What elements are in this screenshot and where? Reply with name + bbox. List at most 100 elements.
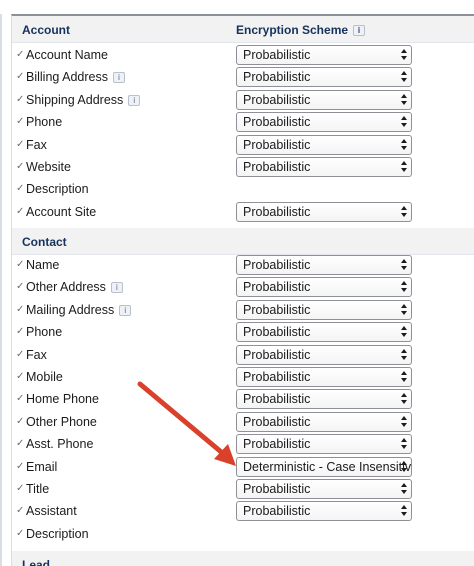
checkmark-icon[interactable]: ✓	[16, 161, 26, 173]
checkmark-icon[interactable]: ✓	[16, 505, 26, 517]
encryption-scheme-select[interactable]: Probabilistic	[236, 367, 412, 387]
field-label: Fax	[26, 347, 47, 362]
section-header-lead: Lead	[12, 551, 474, 566]
field-row-contact-home-phone: ✓ Home Phone Probabilistic	[12, 389, 474, 411]
encryption-scheme-select[interactable]: Probabilistic	[236, 134, 412, 155]
checkmark-icon[interactable]: ✓	[16, 326, 26, 338]
select-arrows-icon	[400, 348, 408, 361]
encryption-scheme-select[interactable]: Probabilistic	[236, 157, 412, 177]
checkmark-icon[interactable]: ✓	[16, 281, 26, 293]
field-row-contact-other-phone: ✓ Other Phone Probabilistic	[12, 411, 474, 434]
field-row-contact-mailing-address: ✓ Mailing Address i Probabilistic	[12, 299, 474, 322]
field-row-account-website: ✓ Website Probabilistic	[12, 157, 474, 179]
select-value: Deterministic - Case Insensitive	[243, 459, 412, 474]
info-icon[interactable]: i	[119, 304, 132, 316]
select-value: Probabilistic	[243, 204, 311, 219]
select-value: Probabilistic	[243, 302, 311, 317]
field-row-contact-fax: ✓ Fax Probabilistic	[12, 344, 474, 367]
encryption-scheme-select[interactable]: Probabilistic	[236, 67, 412, 88]
info-icon[interactable]: i	[110, 282, 123, 294]
checkmark-icon[interactable]: ✓	[16, 259, 26, 271]
checkmark-icon[interactable]: ✓	[16, 528, 26, 540]
field-label: Phone	[26, 115, 63, 130]
encryption-scheme-column-header: Encryption Scheme i	[236, 23, 366, 37]
encryption-scheme-select[interactable]: Probabilistic	[236, 277, 412, 298]
section-title: Lead	[22, 558, 51, 566]
encryption-settings-panel: Account Encryption Scheme i ✓ Account Name Pr…	[11, 14, 474, 566]
info-icon[interactable]: i	[128, 94, 141, 106]
encryption-scheme-select[interactable]: Probabilistic	[236, 45, 412, 65]
select-value: Probabilistic	[243, 392, 311, 407]
checkmark-icon[interactable]: ✓	[16, 371, 26, 383]
checkmark-icon[interactable]: ✓	[16, 116, 26, 128]
encryption-scheme-select[interactable]: Probabilistic	[236, 479, 412, 499]
checkmark-icon[interactable]: ✓	[16, 416, 26, 428]
field-label: Shipping Address i	[26, 93, 141, 107]
select-arrows-icon	[400, 483, 408, 495]
select-value: Probabilistic	[243, 115, 311, 130]
checkmark-icon[interactable]: ✓	[16, 71, 26, 83]
select-arrows-icon	[400, 259, 408, 271]
checkmark-icon[interactable]: ✓	[16, 483, 26, 495]
checkmark-icon[interactable]: ✓	[16, 206, 26, 218]
checkmark-icon[interactable]: ✓	[16, 438, 26, 450]
encryption-scheme-select[interactable]: Probabilistic	[236, 299, 412, 320]
field-label: Home Phone	[26, 392, 99, 407]
field-label: Other Address i	[26, 280, 123, 294]
checkmark-icon[interactable]: ✓	[16, 49, 26, 61]
select-arrows-icon	[400, 505, 408, 517]
field-label: Account Name	[26, 48, 108, 62]
field-label: Title	[26, 482, 50, 496]
field-label: Name	[26, 258, 60, 272]
select-value: Probabilistic	[243, 160, 311, 174]
select-arrows-icon	[400, 415, 408, 428]
checkmark-icon[interactable]: ✓	[16, 349, 26, 361]
field-label: Asst. Phone	[26, 437, 94, 452]
encryption-scheme-select[interactable]: Probabilistic	[236, 411, 412, 432]
checkmark-icon[interactable]: ✓	[16, 304, 26, 316]
checkmark-icon[interactable]: ✓	[16, 393, 26, 405]
field-row-contact-title: ✓ Title Probabilistic	[12, 479, 474, 501]
checkmark-icon[interactable]: ✓	[16, 94, 26, 106]
field-row-contact-assistant: ✓ Assistant Probabilistic	[12, 501, 474, 523]
section-title: Account	[22, 23, 70, 37]
field-row-account-account-site: ✓ Account Site Probabilistic	[12, 201, 474, 224]
select-arrows-icon	[400, 49, 408, 61]
field-row-contact-asst-phone: ✓ Asst. Phone Probabilistic	[12, 434, 474, 456]
info-icon[interactable]: i	[353, 25, 366, 36]
encryption-scheme-select[interactable]: Probabilistic	[236, 255, 412, 275]
info-icon[interactable]: i	[113, 72, 125, 84]
field-row-contact-other-address: ✓ Other Address i Probabilistic	[12, 277, 474, 299]
encryption-scheme-select[interactable]: Probabilistic	[236, 89, 412, 110]
field-row-account-account-name: ✓ Account Name Probabilistic	[12, 45, 474, 67]
select-value: Probabilistic	[243, 70, 311, 85]
encryption-scheme-select[interactable]: Probabilistic	[236, 322, 412, 343]
checkmark-icon[interactable]: ✓	[16, 183, 26, 195]
field-row-contact-phone: ✓ Phone Probabilistic	[12, 322, 474, 344]
select-arrows-icon	[400, 303, 408, 316]
select-arrows-icon	[400, 438, 408, 450]
encryption-scheme-select[interactable]: Deterministic - Case Insensitive	[236, 456, 412, 477]
field-label: Fax	[26, 137, 47, 152]
field-label: Assistant	[26, 504, 77, 519]
encryption-scheme-select[interactable]: Probabilistic	[236, 389, 412, 410]
checkmark-icon[interactable]: ✓	[16, 461, 26, 473]
select-value: Probabilistic	[243, 370, 311, 384]
select-value: Probabilistic	[243, 347, 311, 362]
field-row-contact-name: ✓ Name Probabilistic	[12, 255, 474, 277]
checkmark-icon[interactable]: ✓	[16, 139, 26, 151]
encryption-scheme-select[interactable]: Probabilistic	[236, 201, 412, 222]
select-arrows-icon	[400, 393, 408, 405]
field-label: Email	[26, 459, 58, 474]
encryption-scheme-select[interactable]: Probabilistic	[236, 434, 412, 455]
page-left-border	[0, 14, 2, 566]
encryption-scheme-select[interactable]: Probabilistic	[236, 501, 412, 522]
field-row-account-fax: ✓ Fax Probabilistic	[12, 134, 474, 157]
encryption-scheme-select[interactable]: Probabilistic	[236, 112, 412, 133]
select-arrows-icon	[400, 460, 408, 473]
select-arrows-icon	[400, 161, 408, 173]
encryption-scheme-select[interactable]: Probabilistic	[236, 344, 412, 365]
select-arrows-icon	[400, 281, 408, 293]
field-row-contact-description: ✓ Description	[12, 524, 474, 546]
field-row-contact-mobile: ✓ Mobile Probabilistic	[12, 367, 474, 389]
